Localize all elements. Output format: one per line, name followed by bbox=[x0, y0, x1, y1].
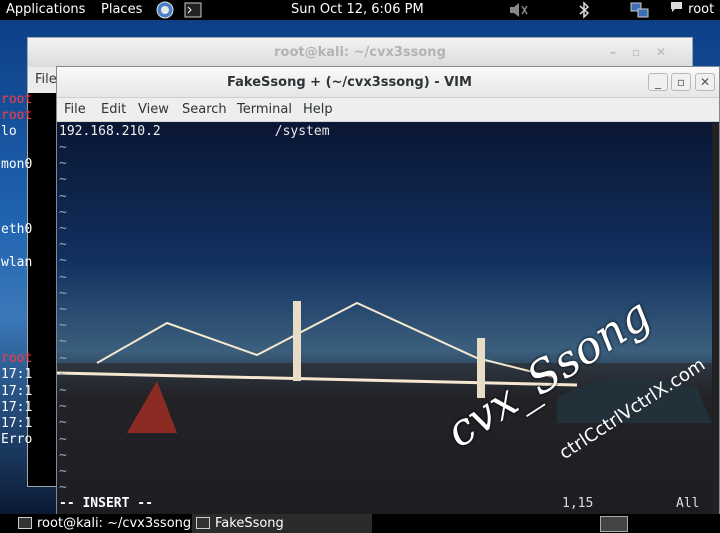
clock[interactable]: Sun Oct 12, 6:06 PM bbox=[291, 0, 424, 20]
workspace-switcher[interactable] bbox=[600, 516, 628, 532]
minimize-button[interactable]: _ bbox=[648, 73, 668, 91]
tilde-marker: ~ bbox=[59, 269, 67, 285]
browser-icon[interactable] bbox=[156, 1, 174, 21]
vim-window[interactable]: FakeSsong + (~/cvx3ssong) - VIM _ ▫ ✕ Fi… bbox=[56, 66, 720, 515]
tilde-marker: ~ bbox=[59, 172, 67, 188]
back-window-title: root@kali: ~/cvx3ssong bbox=[274, 45, 446, 60]
back-terminal-line: 17:1 bbox=[1, 400, 33, 415]
back-terminal-line: Erro bbox=[1, 432, 33, 447]
tilde-marker: ~ bbox=[59, 431, 67, 447]
scroll-position: All bbox=[676, 496, 700, 511]
back-terminal-line: root bbox=[1, 92, 33, 107]
vim-line-1: 192.168.210.2/system bbox=[59, 124, 330, 140]
taskbar-item-label: root@kali: ~/cvx3ssong bbox=[37, 516, 192, 531]
ip-address-text: 192.168.210.2 bbox=[59, 124, 161, 139]
tilde-marker: ~ bbox=[59, 447, 67, 463]
back-terminal-line: 17:1 bbox=[1, 384, 33, 399]
back-terminal-line: root bbox=[1, 108, 33, 123]
terminal-icon bbox=[18, 517, 32, 529]
tilde-marker: ~ bbox=[59, 399, 67, 415]
tilde-marker: ~ bbox=[59, 464, 67, 479]
tilde-marker: ~ bbox=[59, 415, 67, 431]
tilde-marker: ~ bbox=[59, 285, 67, 301]
tilde-marker: ~ bbox=[59, 156, 67, 172]
tilde-marker: ~ bbox=[59, 237, 67, 253]
back-terminal-line: lo bbox=[1, 124, 17, 139]
top-panel: Applications Places Sun Oct 12, 6:06 PM … bbox=[0, 0, 720, 20]
back-terminal-line: mon0 bbox=[1, 157, 33, 172]
bluetooth-icon[interactable] bbox=[577, 1, 591, 21]
cursor-position: 1,15 bbox=[562, 496, 594, 511]
bottom-taskbar: root@kali: ~/cvx3ssong FakeSsong bbox=[0, 514, 720, 533]
back-window-titlebar[interactable]: root@kali: ~/cvx3ssong –▫✕ bbox=[28, 38, 692, 67]
vim-mode-indicator: -- INSERT -- bbox=[59, 496, 153, 511]
vim-window-title: FakeSsong + (~/cvx3ssong) - VIM bbox=[227, 75, 472, 90]
speech-bubble-icon bbox=[670, 0, 684, 20]
close-button[interactable]: ✕ bbox=[695, 73, 715, 91]
tilde-marker: ~ bbox=[59, 204, 67, 220]
places-menu[interactable]: Places bbox=[101, 0, 142, 20]
tilde-marker: ~ bbox=[59, 366, 67, 382]
back-window-controls[interactable]: –▫✕ bbox=[610, 38, 682, 67]
tilde-marker: ~ bbox=[59, 140, 67, 155]
menu-terminal[interactable]: Terminal bbox=[237, 98, 292, 122]
tilde-marker: ~ bbox=[59, 188, 67, 204]
menu-view[interactable]: View bbox=[138, 98, 169, 122]
vim-menubar: File Edit View Search Terminal Help bbox=[57, 98, 719, 122]
vim-scrollbar[interactable] bbox=[712, 123, 719, 515]
back-menu-file[interactable]: File bbox=[35, 72, 57, 87]
user-name: root bbox=[688, 2, 715, 17]
volume-muted-icon[interactable] bbox=[507, 1, 529, 21]
maximize-button[interactable]: ▫ bbox=[671, 73, 691, 91]
path-text: /system bbox=[274, 124, 330, 139]
tilde-marker: ~ bbox=[59, 318, 67, 334]
taskbar-item-terminal[interactable]: root@kali: ~/cvx3ssong bbox=[14, 514, 191, 533]
user-menu[interactable]: root bbox=[670, 0, 714, 20]
terminal-icon bbox=[196, 517, 210, 529]
applications-menu[interactable]: Applications bbox=[6, 0, 85, 20]
menu-help[interactable]: Help bbox=[303, 98, 333, 122]
terminal-icon[interactable] bbox=[184, 1, 202, 21]
vim-editor-area[interactable]: 192.168.210.2/system ~ ~ ~ ~ ~ ~ ~ ~ ~ ~ ~ ~ ~ ~ ~ ~ ~ ~ ~… bbox=[57, 123, 712, 515]
tilde-marker: ~ bbox=[59, 350, 67, 366]
tilde-marker: ~ bbox=[59, 334, 67, 350]
tilde-marker: ~ bbox=[59, 302, 67, 317]
tilde-marker: ~ bbox=[59, 221, 67, 236]
taskbar-item-label: FakeSsong bbox=[215, 516, 284, 531]
tilde-marker: ~ bbox=[59, 253, 67, 269]
vim-titlebar[interactable]: FakeSsong + (~/cvx3ssong) - VIM _ ▫ ✕ bbox=[57, 67, 719, 98]
menu-edit[interactable]: Edit bbox=[101, 98, 126, 122]
menu-search[interactable]: Search bbox=[182, 98, 227, 122]
back-terminal-line: root bbox=[1, 351, 33, 366]
back-terminal-line: 17:1 bbox=[1, 416, 33, 431]
back-terminal-line: 17:1 bbox=[1, 367, 33, 382]
back-terminal-line: eth0 bbox=[1, 222, 33, 237]
taskbar-item-vim[interactable]: FakeSsong bbox=[192, 514, 372, 533]
menu-file[interactable]: File bbox=[64, 98, 86, 122]
tilde-marker: ~ bbox=[59, 383, 67, 398]
network-icon[interactable] bbox=[629, 1, 651, 21]
back-terminal-line: wlan bbox=[1, 255, 33, 270]
tilde-marker: ~ bbox=[59, 480, 67, 496]
